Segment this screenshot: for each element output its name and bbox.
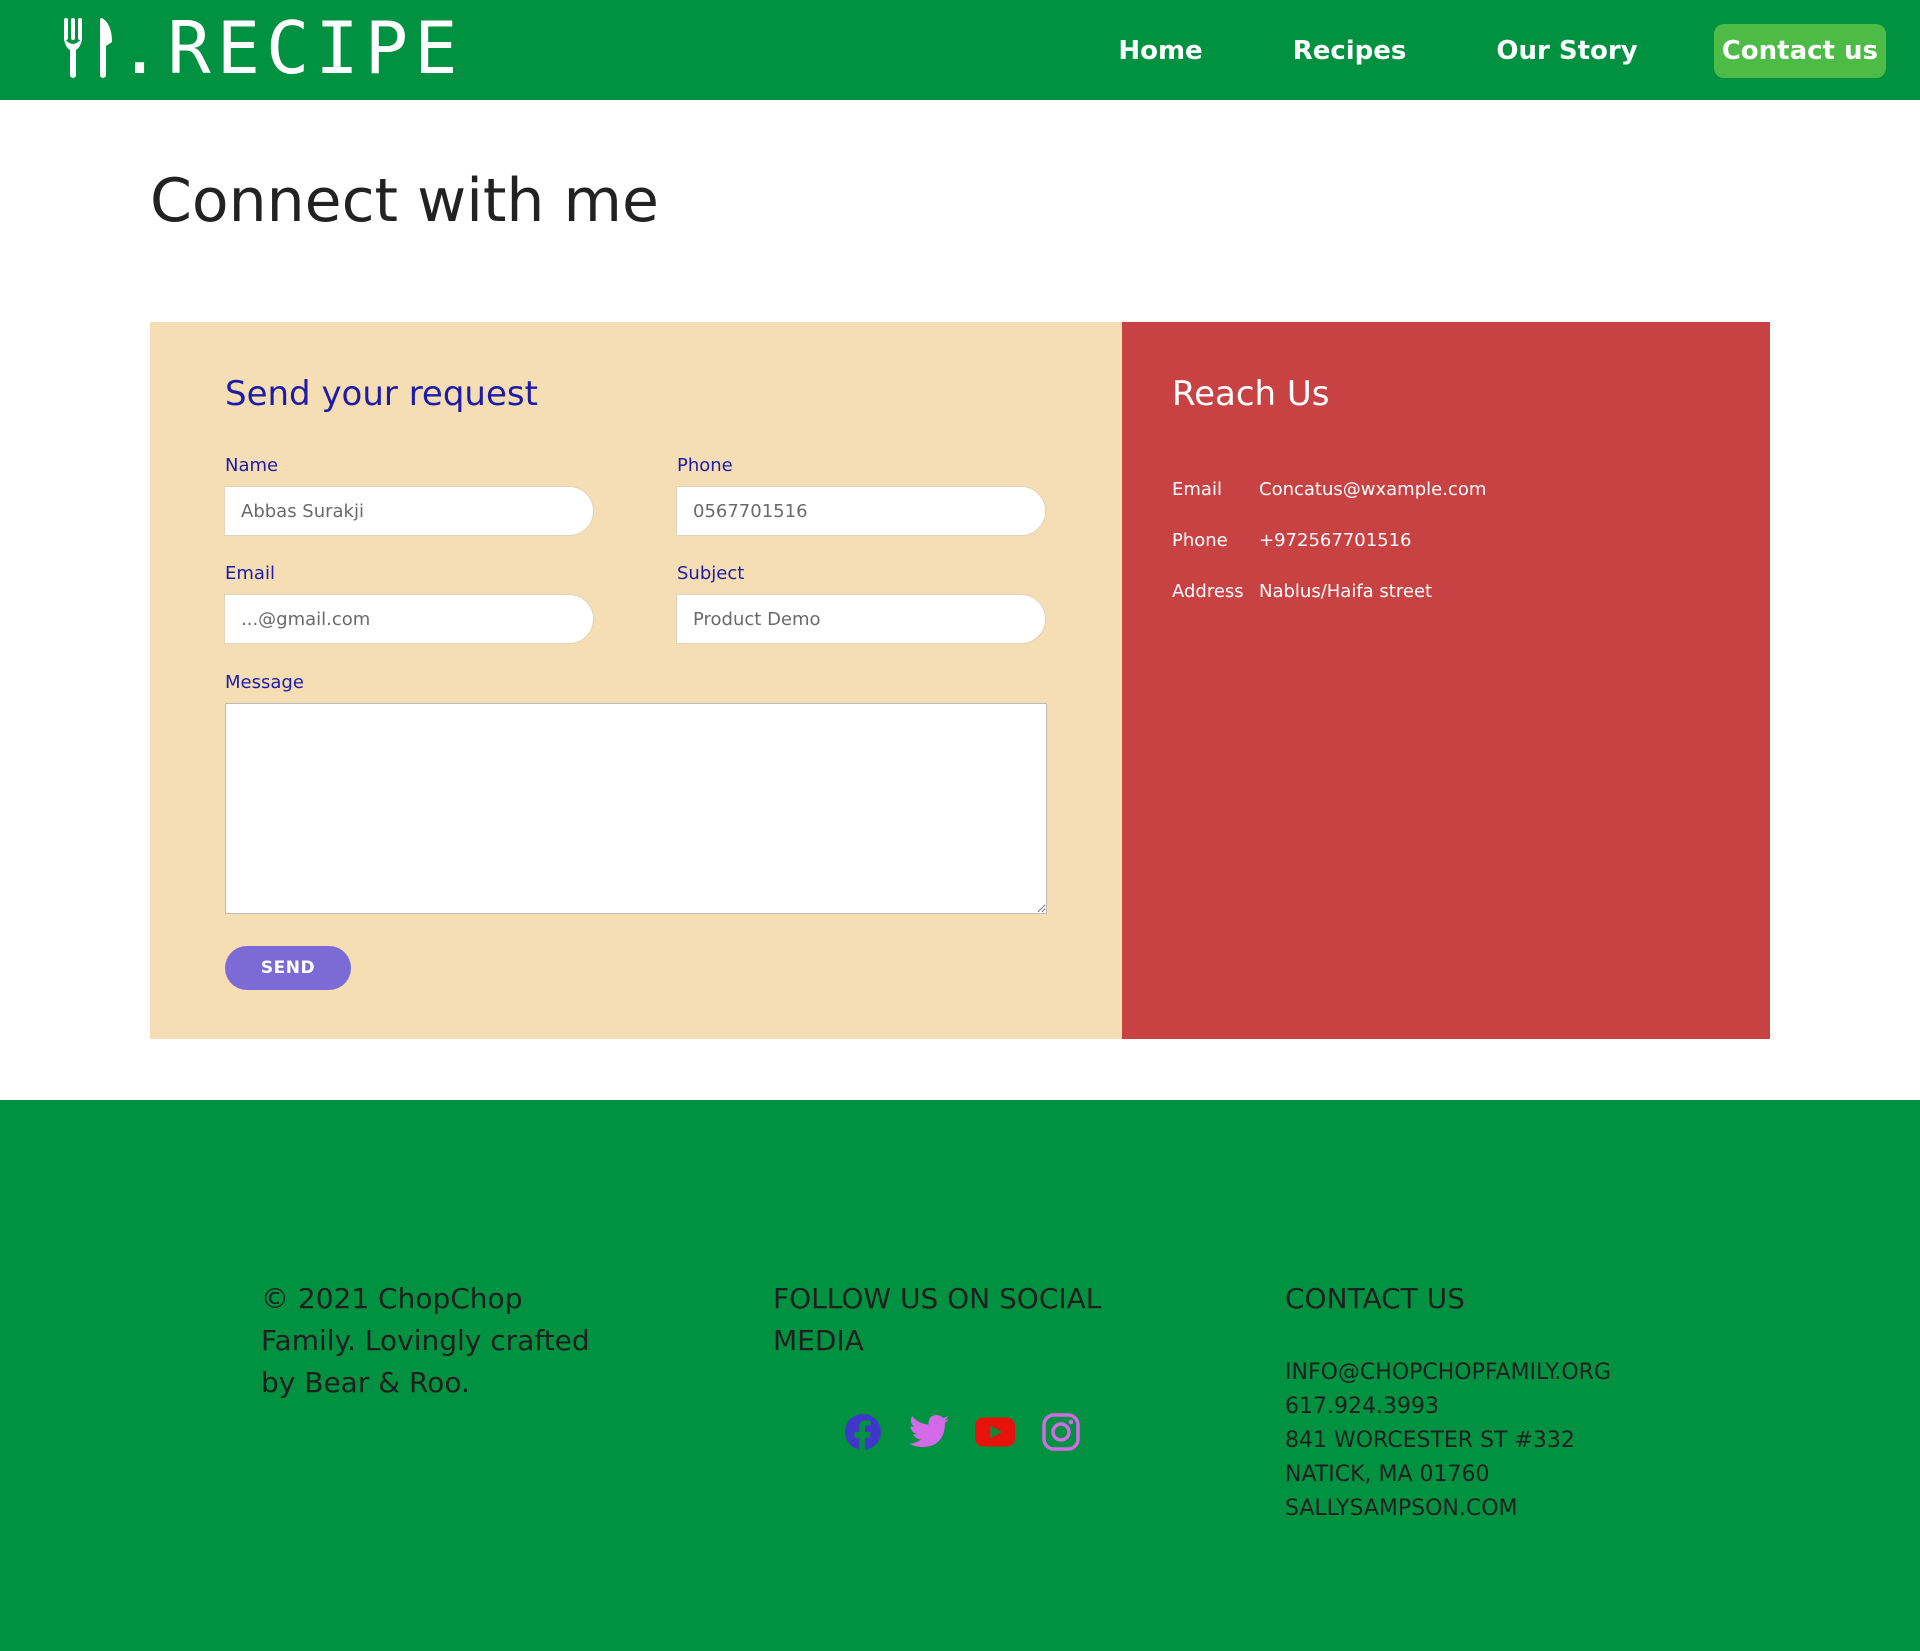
reach-us-panel: Reach Us Email Concatus@wxample.com Phon… <box>1122 322 1770 1039</box>
reach-title: Reach Us <box>1172 374 1330 414</box>
send-button[interactable]: SEND <box>225 946 351 990</box>
facebook-icon[interactable] <box>843 1412 883 1452</box>
main-nav: Home Recipes Our Story Contact us <box>1034 24 1886 78</box>
twitter-icon[interactable] <box>909 1412 949 1452</box>
footer-contact-list: INFO@CHOPCHOPFAMILY.ORG 617.924.3993 841… <box>1285 1356 1611 1526</box>
nav-our-story[interactable]: Our Story <box>1490 26 1643 76</box>
reach-phone-value[interactable]: +972567701516 <box>1259 530 1412 551</box>
nav-recipes[interactable]: Recipes <box>1287 26 1413 76</box>
nav-contact-us[interactable]: Contact us <box>1713 24 1886 78</box>
name-label: Name <box>225 455 279 476</box>
phone-label: Phone <box>677 455 733 476</box>
logo[interactable]: .RECIPE <box>62 6 464 90</box>
email-input[interactable] <box>224 594 594 644</box>
footer-address-line1: 841 WORCESTER ST #332 <box>1285 1428 1575 1453</box>
footer-social-title: FOLLOW US ON SOCIAL MEDIA <box>773 1282 1102 1357</box>
footer-contact-title: CONTACT US <box>1285 1282 1465 1315</box>
nav-home[interactable]: Home <box>1112 26 1208 76</box>
social-links <box>843 1412 1081 1452</box>
reach-row-phone: Phone +972567701516 <box>1172 530 1412 551</box>
logo-text: .RECIPE <box>118 6 464 90</box>
footer-email[interactable]: INFO@CHOPCHOPFAMILY.ORG <box>1285 1356 1611 1390</box>
subject-input[interactable] <box>676 594 1046 644</box>
reach-email-value[interactable]: Concatus@wxample.com <box>1259 479 1486 500</box>
name-input[interactable] <box>224 486 594 536</box>
footer-website[interactable]: SALLYSAMPSON.COM <box>1285 1492 1611 1526</box>
reach-address-value: Nablus/Haifa street <box>1259 581 1433 602</box>
footer-phone[interactable]: 617.924.3993 <box>1285 1390 1611 1424</box>
message-label: Message <box>225 672 304 693</box>
reach-key: Phone <box>1172 530 1228 551</box>
form-title: Send your request <box>225 374 538 414</box>
phone-input[interactable] <box>676 486 1046 536</box>
request-form-panel: Send your request Name Phone Email Subje… <box>150 322 1122 1039</box>
reach-key: Address <box>1172 581 1244 602</box>
reach-row-email: Email Concatus@wxample.com <box>1172 479 1486 500</box>
message-textarea[interactable] <box>225 703 1047 914</box>
site-header: .RECIPE Home Recipes Our Story Contact u… <box>0 0 1920 100</box>
subject-label: Subject <box>677 563 745 584</box>
footer-copyright: © 2021 ChopChop Family. Lovingly crafted… <box>261 1282 590 1399</box>
email-label: Email <box>225 563 275 584</box>
reach-key: Email <box>1172 479 1222 500</box>
youtube-icon[interactable] <box>975 1412 1015 1452</box>
page-title: Connect with me <box>150 166 659 236</box>
instagram-icon[interactable] <box>1041 1412 1081 1452</box>
site-footer: © 2021 ChopChop Family. Lovingly crafted… <box>0 1100 1920 1651</box>
footer-address-line2: NATICK, MA 01760 <box>1285 1462 1490 1487</box>
fork-knife-icon <box>64 18 112 78</box>
reach-row-address: Address Nablus/Haifa street <box>1172 581 1432 602</box>
